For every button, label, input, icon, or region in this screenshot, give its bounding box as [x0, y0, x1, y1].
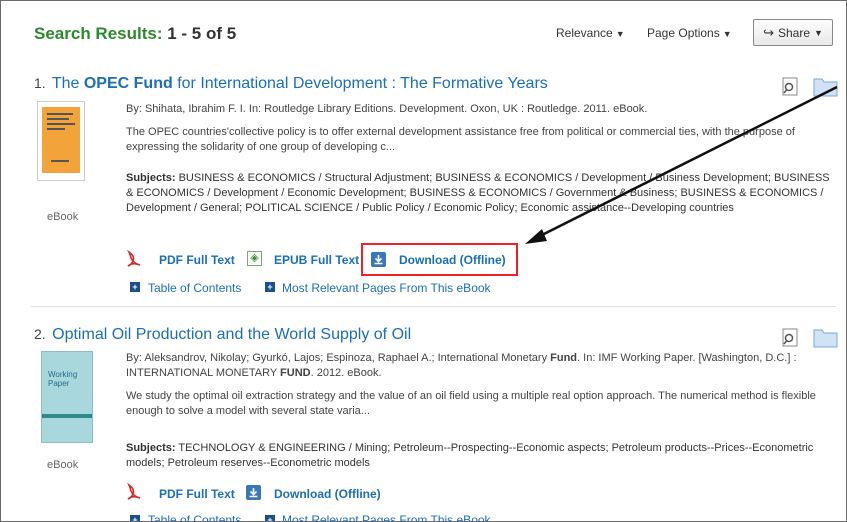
download-icon [371, 252, 386, 267]
resource-type-label: eBook [47, 459, 79, 471]
download-icon [246, 485, 261, 500]
cover-stripe [42, 414, 92, 418]
caret-down-icon: ▼ [722, 29, 732, 39]
result-subjects: Subjects: TECHNOLOGY & ENGINEERING / Min… [126, 441, 826, 471]
result-1-title-link[interactable]: 1. The OPEC Fund for International Devel… [34, 75, 548, 93]
table-of-contents-link[interactable]: Table of Contents [148, 281, 241, 295]
pdf-icon [126, 249, 143, 267]
download-offline-link[interactable]: Download (Offline) [274, 487, 381, 501]
most-relevant-pages-link[interactable]: Most Relevant Pages From This eBook [282, 281, 491, 295]
resource-type-label: eBook [47, 211, 79, 223]
result-abstract: The OPEC countries'collective policy is … [126, 126, 795, 153]
expand-plus-icon: + [130, 282, 140, 292]
pdf-full-text-link[interactable]: PDF Full Text [159, 487, 235, 501]
epub-icon: ◈ [247, 251, 262, 266]
subjects-label: Subjects: [126, 442, 176, 454]
subjects-text: TECHNOLOGY & ENGINEERING / Mining; Petro… [126, 442, 814, 469]
byline-text: . 2012. eBook. [310, 367, 382, 379]
title-text: The [51, 75, 84, 92]
result-count: 1 - 5 of 5 [167, 24, 237, 43]
title-prefix: Search Results: [34, 24, 163, 43]
book-cover-thumbnail[interactable] [37, 101, 85, 181]
result-2-title-link[interactable]: 2. Optimal Oil Production and the World … [34, 326, 411, 344]
result-number: 1. [34, 75, 46, 91]
results-page: Search Results: 1 - 5 of 5 Relevance ▼ Pa… [0, 0, 847, 522]
result-number: 2. [34, 326, 46, 342]
expand-plus-icon: + [265, 515, 275, 521]
preview-icon[interactable] [782, 328, 800, 353]
table-of-contents-link[interactable]: Table of Contents [148, 513, 241, 521]
result-divider [31, 306, 836, 307]
title-text: for International Development : The Form… [172, 75, 548, 92]
cover-title: Working Paper [48, 370, 78, 388]
result-abstract: We study the optimal oil extraction stra… [126, 390, 816, 417]
expand-plus-icon: + [130, 515, 140, 521]
book-cover-thumbnail[interactable]: Working Paper [41, 351, 93, 443]
most-relevant-pages-link[interactable]: Most Relevant Pages From This eBook [282, 513, 491, 521]
add-to-folder-icon[interactable] [813, 75, 839, 102]
share-icon: ↪ [763, 24, 774, 40]
sort-label: Relevance [556, 26, 613, 40]
share-button[interactable]: ↪ Share ▼ [753, 19, 833, 46]
byline-highlight: FUND [280, 367, 311, 379]
pdf-icon [126, 482, 143, 500]
preview-icon[interactable] [782, 77, 800, 102]
title-text: Optimal Oil Production and the World Sup… [52, 326, 412, 343]
byline-highlight: Fund [550, 352, 578, 364]
download-offline-link[interactable]: Download (Offline) [399, 253, 506, 267]
sort-relevance-dropdown[interactable]: Relevance ▼ [556, 26, 625, 40]
expand-plus-icon: + [265, 282, 275, 292]
result-byline: By: Shihata, Ibrahim F. I. In: Routledge… [126, 103, 648, 115]
share-label: Share [777, 25, 810, 40]
epub-full-text-link[interactable]: EPUB Full Text [274, 253, 359, 267]
caret-down-icon: ▼ [615, 29, 625, 39]
result-byline: By: Aleksandrov, Nikolay; Gyurkó, Lajos;… [126, 351, 816, 381]
result-subjects: Subjects: BUSINESS & ECONOMICS / Structu… [126, 171, 838, 216]
add-to-folder-icon[interactable] [813, 326, 839, 353]
title-highlight: OPEC Fund [83, 75, 173, 92]
page-options-label: Page Options [647, 26, 720, 40]
page-title: Search Results: 1 - 5 of 5 [34, 24, 236, 44]
byline-text: By: Aleksandrov, Nikolay; Gyurkó, Lajos;… [126, 352, 551, 364]
subjects-text: BUSINESS & ECONOMICS / Structural Adjust… [126, 172, 830, 214]
page-options-dropdown[interactable]: Page Options ▼ [647, 26, 732, 40]
caret-down-icon: ▼ [814, 27, 823, 38]
pdf-full-text-link[interactable]: PDF Full Text [159, 253, 235, 267]
subjects-label: Subjects: [126, 172, 176, 184]
